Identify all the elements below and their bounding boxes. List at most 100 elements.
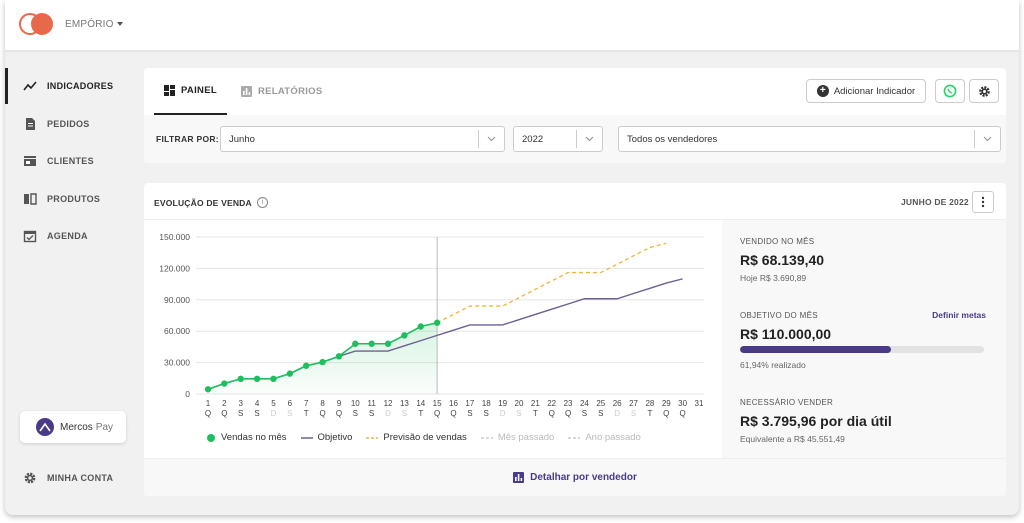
goal-label: OBJETIVO DO MÊS (740, 311, 818, 320)
add-indicator-button[interactable]: + Adicionar Indicador (806, 79, 926, 103)
tab-relatorios[interactable]: RELATÓRIOS (231, 68, 333, 115)
x-weekday-label: D (614, 409, 620, 418)
y-tick-label: 0 (185, 389, 190, 399)
x-weekday-label: S (353, 409, 358, 418)
x-tick-label: 24 (580, 399, 589, 408)
x-tick-label: 13 (400, 399, 409, 408)
x-weekday-label: Q (336, 409, 342, 418)
x-weekday-label: D (385, 409, 391, 418)
gear-icon (978, 85, 990, 97)
legend-dashed-icon (568, 436, 581, 439)
company-selector[interactable]: EMPÓRIO (65, 19, 123, 30)
app-window: EMPÓRIO INDICADORES PEDIDOS CLIENTES PRO… (5, 0, 1019, 515)
sidebar-item-label: PEDIDOS (47, 119, 90, 129)
sidebar-item-clientes[interactable]: CLIENTES (5, 143, 139, 179)
x-tick-label: 5 (271, 399, 276, 408)
x-weekday-label: D (271, 409, 277, 418)
tab-label: PAINEL (181, 85, 217, 96)
x-weekday-label: S (631, 409, 636, 418)
sales-line-chart: 030.00060.00090.000120.000150.0001Q2Q3S4… (159, 232, 704, 418)
year-select-value: 2022 (522, 133, 544, 145)
legend-dashed-icon (366, 436, 379, 439)
legend-item-last-year[interactable]: Ano passado (568, 432, 641, 443)
x-tick-label: 2 (222, 399, 227, 408)
chevron-down-icon (478, 130, 504, 148)
sidebar-item-agenda[interactable]: AGENDA (5, 218, 139, 254)
x-tick-label: 27 (629, 399, 638, 408)
sales-point (237, 375, 244, 383)
x-tick-label: 30 (678, 399, 687, 408)
mercos-logo[interactable] (19, 13, 55, 35)
sidebar-item-pedidos[interactable]: PEDIDOS (5, 106, 139, 142)
legend-item-goal[interactable]: Objetivo (300, 432, 352, 443)
legend-item-forecast[interactable]: Previsão de vendas (366, 432, 467, 443)
legend-dashed-icon (480, 436, 493, 439)
month-select[interactable]: Junho (220, 126, 505, 152)
mercos-pay-button[interactable]: Mercos Pay (20, 411, 126, 443)
x-weekday-label: T (304, 409, 309, 418)
goal-progress-text: 61,94% realizado (740, 360, 806, 370)
plus-circle-icon: + (816, 85, 829, 97)
sales-point (352, 340, 359, 347)
whatsapp-button[interactable] (935, 79, 965, 103)
sales-point (204, 386, 212, 393)
define-goals-link[interactable]: Definir metas (932, 310, 986, 320)
x-tick-label: 23 (564, 399, 573, 408)
tab-bar: PAINEL RELATÓRIOS (154, 68, 337, 115)
settings-button[interactable] (969, 79, 999, 103)
x-weekday-label: Q (221, 409, 227, 418)
tab-painel[interactable]: PAINEL (154, 68, 227, 115)
detail-by-seller-link[interactable]: Detalhar por vendedor (144, 458, 1006, 496)
legend-label: Mês passado (497, 432, 555, 443)
legend-item-last-month[interactable]: Mês passado (480, 432, 555, 443)
x-tick-label: 19 (498, 399, 507, 408)
x-weekday-label: T (418, 409, 423, 418)
x-weekday-label: S (369, 409, 374, 418)
calendar-check-icon (23, 230, 37, 243)
x-weekday-label: S (467, 409, 472, 418)
sidebar-item-indicadores[interactable]: INDICADORES (5, 68, 139, 104)
gear-icon (24, 472, 36, 484)
more-options-button[interactable] (972, 191, 994, 213)
y-tick-label: 30.000 (164, 358, 190, 368)
sidebar-item-label: AGENDA (47, 231, 88, 241)
x-tick-label: 9 (337, 399, 342, 408)
x-tick-label: 7 (304, 399, 309, 408)
tab-label: RELATÓRIOS (257, 86, 323, 97)
year-select[interactable]: 2022 (513, 126, 603, 152)
x-tick-label: 25 (596, 399, 605, 408)
sales-point (303, 362, 310, 369)
sidebar-item-minha-conta[interactable]: MINHA CONTA (5, 460, 139, 496)
x-tick-label: 18 (482, 399, 491, 408)
x-tick-label: 3 (239, 399, 244, 408)
y-tick-label: 90.000 (164, 295, 190, 305)
mercos-pay-suffix: Pay (95, 421, 114, 433)
x-weekday-label: Q (450, 409, 456, 418)
x-weekday-label: S (402, 409, 407, 418)
sold-today: Hoje R$ 3.690,89 (740, 273, 807, 283)
y-tick-label: 150.000 (159, 232, 190, 242)
x-tick-label: 10 (351, 399, 360, 408)
sales-evolution-panel: EVOLUÇÃO DE VENDA i JUNHO DE 2022 0 30.00… (144, 183, 1006, 496)
sales-evolution-header: EVOLUÇÃO DE VENDA i JUNHO DE 2022 (144, 183, 1006, 220)
x-weekday-label: T (647, 409, 652, 418)
seller-select[interactable]: Todos os vendedores (618, 126, 1001, 152)
sales-point (368, 340, 375, 347)
month-select-value: Junho (229, 133, 255, 145)
x-weekday-label: T (533, 409, 538, 418)
sidebar-item-produtos[interactable]: PRODUTOS (5, 181, 139, 217)
chevron-down-icon (576, 130, 602, 148)
x-tick-label: 17 (465, 399, 474, 408)
legend-item-sales[interactable]: Vendas no mês (206, 432, 287, 443)
mercos-pay-logo-icon (36, 418, 54, 436)
info-icon[interactable]: i (256, 197, 268, 208)
x-weekday-label: Q (565, 409, 571, 418)
dashboard-header-panel: PAINEL RELATÓRIOS + Adicionar Indicador … (144, 68, 1006, 163)
x-weekday-label: S (484, 409, 489, 418)
filter-bar: FILTRAR POR: Junho 2022 Todos os vendedo… (144, 115, 1006, 163)
legend-label: Ano passado (585, 432, 641, 443)
stats-sidebar: VENDIDO NO MÊS R$ 68.139,40 Hoje R$ 3.69… (722, 220, 1006, 458)
dashboard-icon (164, 85, 175, 96)
book-icon (24, 193, 37, 205)
detail-by-seller-label: Detalhar por vendedor (530, 472, 637, 483)
